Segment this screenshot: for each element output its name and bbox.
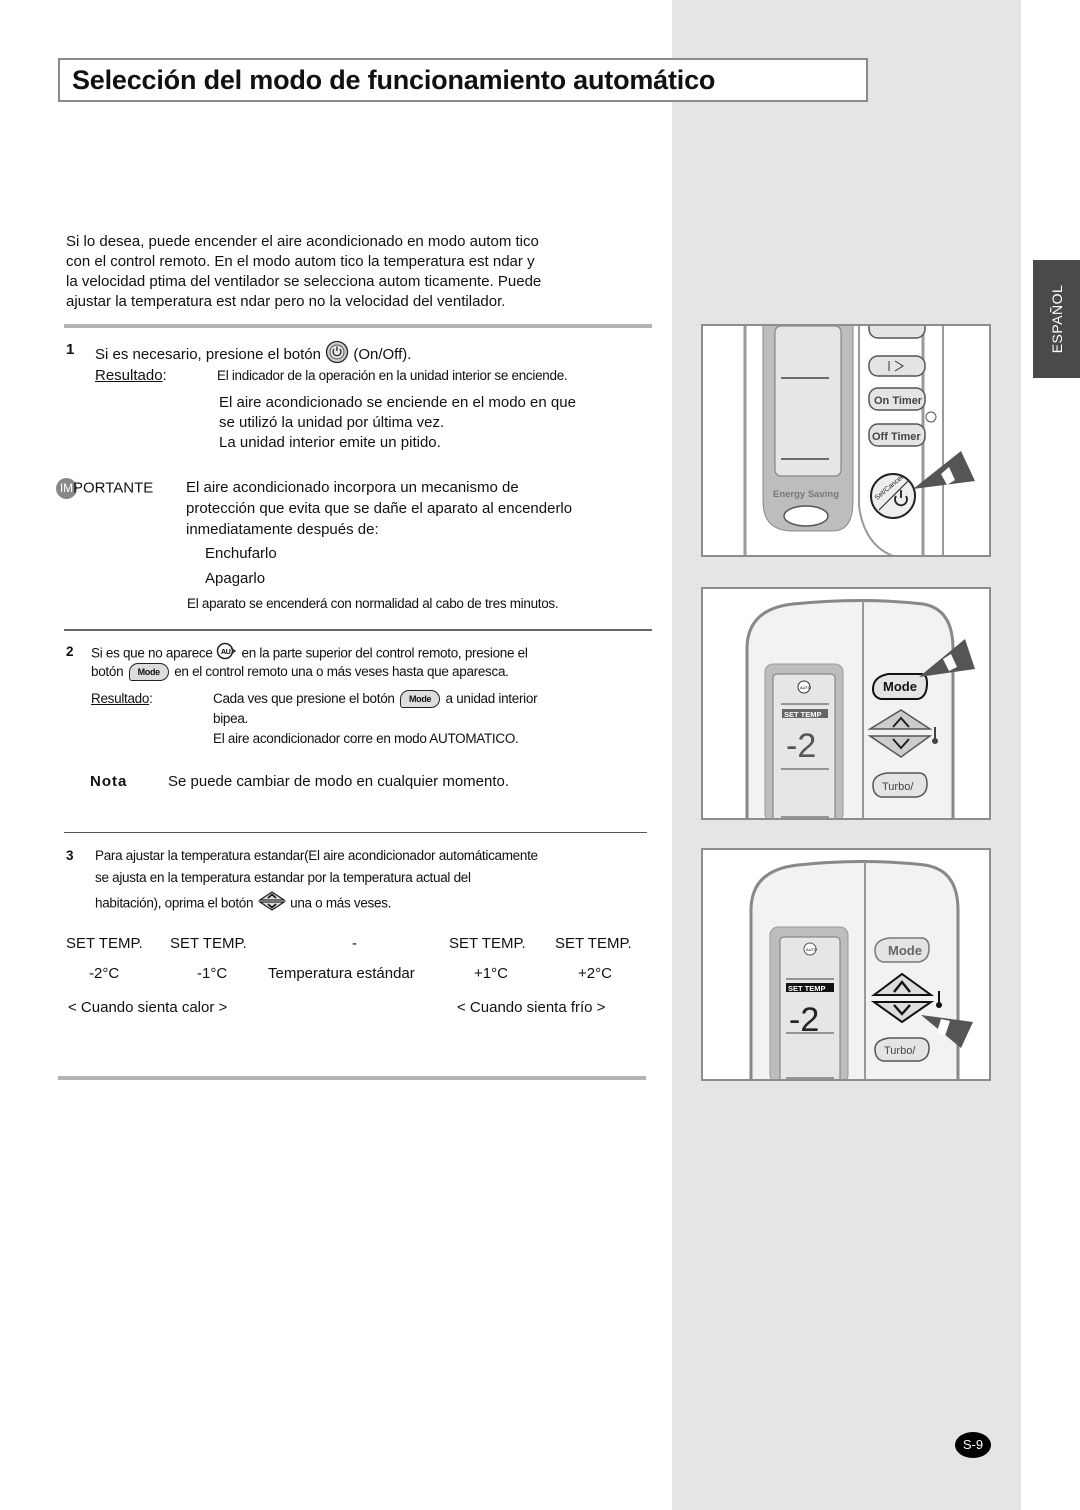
- lcd-value: -2: [786, 727, 816, 765]
- result-colon: :: [149, 691, 153, 706]
- temp-header: SET TEMP.: [170, 935, 247, 952]
- section-divider: [64, 832, 647, 833]
- step3-line: se ajusta en la temperatura estandar por…: [95, 870, 471, 885]
- step2-result: Cada ves que presione el botón Mode a un…: [213, 689, 538, 709]
- remote-illustration-2: AUTO SET TEMP -2 Mode Turbo/: [745, 599, 975, 818]
- step2-text: Si es que no aparece: [91, 645, 213, 661]
- temp-value: +2°C: [578, 965, 612, 982]
- step2-result: El aire acondicionador corre en modo AUT…: [213, 731, 519, 746]
- step2-text-after: en la parte superior del control remoto,…: [241, 645, 528, 661]
- language-tab-label: ESPAÑOL: [1048, 284, 1065, 354]
- page-title: Selección del modo de funcionamiento aut…: [72, 65, 716, 95]
- figure-remote-temp: AUTO SET TEMP -2 Mode Turbo/: [701, 848, 991, 1081]
- hint-cold: < Cuando sienta frío >: [457, 999, 606, 1016]
- svg-text:AU: AU: [221, 649, 231, 656]
- turbo-button: Turbo/: [882, 781, 914, 793]
- temp-value: Temperatura estándar: [268, 965, 415, 982]
- section-divider: [64, 629, 652, 631]
- intro-line: Si lo desea, puede encender el aire acon…: [66, 233, 539, 250]
- step2-line2: botón Mode en el control remoto una o má…: [91, 662, 509, 682]
- important-line: protección que evita que se dañe el apar…: [186, 500, 573, 517]
- temperature-up-down-icon: [257, 890, 287, 918]
- temp-value: +1°C: [474, 965, 508, 982]
- mode-button-icon: Mode: [400, 690, 441, 709]
- important-footer: El aparato se encenderá con normalidad a…: [187, 596, 559, 611]
- result-label-text: Resultado: [91, 691, 150, 706]
- step2-result-label: Resultado:: [91, 689, 153, 709]
- temp-header: SET TEMP.: [555, 935, 632, 952]
- step2-text: botón: [91, 664, 124, 679]
- mode-button-icon: Mode: [128, 663, 169, 682]
- figure-remote-on-off: Energy Saving On Timer Off Timer Set/Can…: [701, 324, 991, 557]
- note-text: Se puede cambiar de modo en cualquier mo…: [168, 773, 510, 790]
- step3-text: habitación), oprima el botón: [95, 895, 254, 911]
- intro-line: ajustar la temperatura est ndar pero no …: [66, 293, 506, 310]
- set-temp-label: SET TEMP: [784, 710, 822, 719]
- important-label: IMPORTANTE: [56, 478, 153, 499]
- step1-result: La unidad interior emite un pitido.: [219, 434, 441, 451]
- important-item: Apagarlo: [205, 570, 266, 587]
- step2-text-after: en el control remoto una o más veses has…: [174, 664, 509, 679]
- temp-header: -: [352, 935, 357, 952]
- intro-line: con el control remoto. En el modo autom …: [66, 253, 535, 270]
- set-temp-label: SET TEMP: [788, 984, 826, 993]
- energy-saving-label: Energy Saving: [773, 489, 839, 500]
- remote-illustration-3: AUTO SET TEMP -2 Mode Turbo/: [749, 860, 973, 1079]
- hint-hot: < Cuando sienta calor >: [68, 999, 228, 1016]
- section-divider: [64, 324, 652, 328]
- mode-button: Mode: [883, 679, 917, 694]
- step1-result: se utilizó la unidad por última vez.: [219, 414, 445, 431]
- step1-result: El indicador de la operación en la unida…: [217, 368, 568, 383]
- step1-number: 1: [66, 341, 75, 358]
- section-divider: [58, 1076, 646, 1080]
- auto-icon: AUTO: [806, 947, 817, 952]
- important-item: Enchufarlo: [205, 545, 277, 562]
- temp-value: -2°C: [89, 965, 120, 982]
- step2-result-text-after: a unidad interior: [445, 691, 538, 706]
- step1-result-label: Resultado:: [95, 366, 167, 386]
- off-timer-button: Off Timer: [872, 431, 921, 443]
- step3-line: Para ajustar la temperatura estandar(El …: [95, 848, 538, 863]
- page-number: S-9: [955, 1432, 991, 1458]
- on-timer-button: On Timer: [874, 395, 923, 407]
- figure-remote-mode: AUTO SET TEMP -2 Mode Turbo/: [701, 587, 991, 820]
- result-colon: :: [162, 367, 167, 384]
- title-box: Selección del modo de funcionamiento aut…: [58, 58, 868, 102]
- step2-result: bipea.: [213, 711, 248, 726]
- note-label: Nota: [90, 773, 128, 790]
- turbo-button: Turbo/: [884, 1045, 916, 1057]
- step3-number: 3: [66, 848, 74, 863]
- temp-value: -1°C: [197, 965, 228, 982]
- auto-icon: AUTO: [800, 685, 811, 690]
- step2-result-text: Cada ves que presione el botón: [213, 691, 395, 706]
- important-line: El aire acondicionado incorpora un mecan…: [186, 479, 519, 496]
- important-label-text: PORTANTE: [73, 479, 154, 497]
- result-label-text: Resultado: [95, 367, 163, 384]
- mode-button: Mode: [888, 943, 922, 958]
- step3-text-after: una o más veses.: [290, 895, 392, 911]
- step3-line: habitación), oprima el botón una o más v…: [95, 890, 391, 918]
- intro-line: la velocidad ptima del ventilador se sel…: [66, 273, 542, 290]
- step1-text-after: (On/Off).: [353, 345, 412, 363]
- important-line: inmediatamente después de:: [186, 521, 379, 538]
- language-tab[interactable]: ESPAÑOL: [1033, 260, 1080, 378]
- step1-result: El aire acondicionado se enciende en el …: [219, 394, 576, 411]
- remote-illustration-1: Energy Saving On Timer Off Timer Set/Can…: [743, 326, 975, 555]
- temp-header: SET TEMP.: [449, 935, 526, 952]
- step2-number: 2: [66, 644, 74, 659]
- temp-header: SET TEMP.: [66, 935, 143, 952]
- step1-text: Si es necesario, presione el botón: [95, 345, 321, 363]
